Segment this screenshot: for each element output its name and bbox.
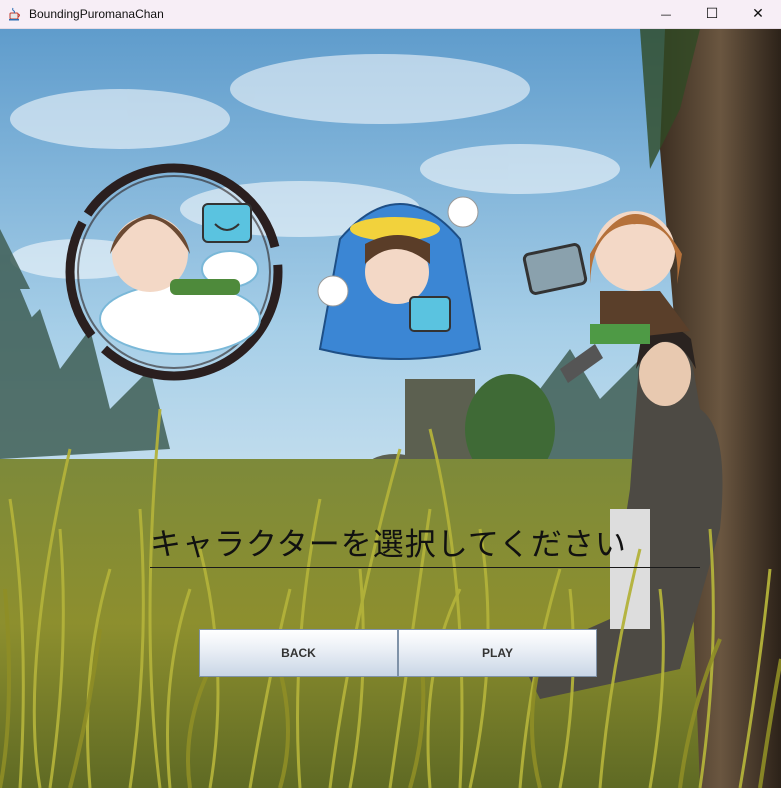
app-window: BoundingPuromanaChan — ☐ ✕ キャラクターを選択してくだ… <box>0 0 781 788</box>
close-icon: ✕ <box>752 6 764 22</box>
back-button[interactable]: BACK <box>199 629 398 677</box>
window-title: BoundingPuromanaChan <box>29 7 164 21</box>
maximize-button[interactable]: ☐ <box>689 0 735 28</box>
minimize-button[interactable]: — <box>643 0 689 28</box>
game-canvas: キャラクターを選択してください BACK PLAY <box>0 29 781 788</box>
title-bar[interactable]: BoundingPuromanaChan — ☐ ✕ <box>0 0 781 29</box>
select-character-prompt: キャラクターを選択してください <box>150 523 700 568</box>
window-controls: — ☐ ✕ <box>643 0 781 28</box>
java-cup-icon <box>7 6 23 22</box>
minimize-icon: — <box>660 7 672 21</box>
maximize-icon: ☐ <box>705 6 719 22</box>
play-button[interactable]: PLAY <box>398 629 597 677</box>
close-button[interactable]: ✕ <box>735 0 781 28</box>
